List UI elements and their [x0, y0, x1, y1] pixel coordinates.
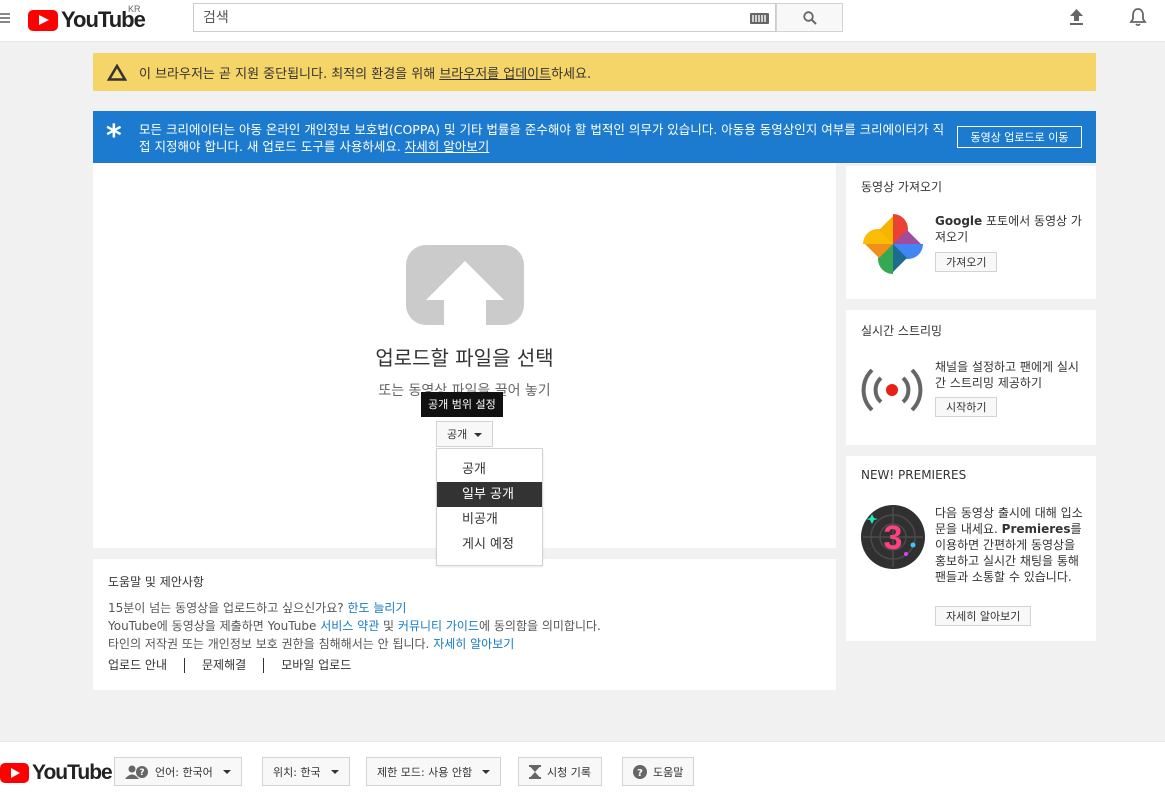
- help-title: 도움말 및 제안사항: [108, 575, 204, 589]
- live-card-text: 채널을 설정하고 팬에게 실시간 스트리밍 제공하기: [935, 360, 1079, 390]
- restricted-mode-label: 제한 모드: 사용 안함: [377, 765, 473, 779]
- help-label: 도움말: [653, 765, 684, 779]
- live-card-title: 실시간 스트리밍: [861, 324, 943, 338]
- caret-down-icon: [474, 433, 482, 437]
- help-line-1-text: 15분이 넘는 동영상을 업로드하고 싶으신가요?: [108, 601, 348, 615]
- history-button[interactable]: 시청 기록: [518, 757, 602, 786]
- premieres-icon-number: 3: [884, 519, 903, 557]
- warning-text: 이 브라우저는 곧 지원 중단됩니다. 최적의 환경을 위해 브라우저를 업데이…: [139, 63, 591, 82]
- import-card-title: 동영상 가져오기: [861, 180, 943, 194]
- asterisk-icon: *: [106, 119, 122, 154]
- search-button[interactable]: [776, 3, 843, 32]
- location-button[interactable]: 위치: 한국: [262, 757, 350, 786]
- privacy-option-private[interactable]: 비공개: [437, 507, 542, 532]
- update-browser-link[interactable]: 브라우저를 업데이트: [439, 67, 551, 82]
- google-brand-text: Google: [935, 214, 983, 228]
- premieres-icon: 3: [861, 505, 925, 569]
- hourglass-icon: [529, 764, 541, 779]
- help-line-1: 15분이 넘는 동영상을 업로드하고 싶으신가요? 한도 늘리기: [108, 599, 601, 617]
- import-button[interactable]: 가져오기: [935, 252, 998, 272]
- premieres-card: NEW! PREMIERES 3 다음 동영상 출시에 대해 입소문을 내세요.…: [846, 456, 1096, 641]
- premieres-learn-more-button[interactable]: 자세히 알아보기: [935, 606, 1032, 626]
- upload-title: 업로드할 파일을 선택: [375, 346, 554, 370]
- privacy-option-public[interactable]: 공개: [437, 457, 542, 482]
- language-label: 언어: 한국어: [155, 765, 213, 779]
- privacy-options-menu: 공개 일부 공개 비공개 게시 예정: [436, 448, 543, 566]
- search-icon: [803, 11, 817, 25]
- help-line-2: YouTube에 동영상을 제출하면 YouTube 서비스 약관 및 커뮤니티…: [108, 617, 601, 635]
- copyright-learn-more-link[interactable]: 자세히 알아보기: [433, 637, 514, 651]
- privacy-dropdown-button[interactable]: 공개: [436, 421, 493, 447]
- help-line-2-text-c: 에 동의함을 의미합니다.: [479, 619, 601, 633]
- upload-icon[interactable]: [1068, 7, 1085, 30]
- svg-text:?: ?: [139, 768, 144, 778]
- import-card-text: Google 포토에서 동영상 가져오기: [935, 213, 1085, 245]
- coppa-banner: * 모든 크리에이터는 아동 온라인 개인정보 보호법(COPPA) 및 기타 …: [93, 111, 1096, 163]
- browser-warning-banner: 이 브라우저는 곧 지원 중단됩니다. 최적의 환경을 위해 브라우저를 업데이…: [93, 53, 1096, 91]
- increase-limit-link[interactable]: 한도 늘리기: [347, 601, 406, 615]
- live-streaming-card: 실시간 스트리밍 채널을 설정하고 팬에게 실시간 스트리밍 제공하기 시작하기: [846, 310, 1096, 445]
- help-button[interactable]: ? 도움말: [622, 757, 695, 786]
- premieres-brand-text: Premieres: [1001, 522, 1071, 536]
- language-button[interactable]: ? 언어: 한국어: [114, 757, 242, 786]
- terms-of-service-link[interactable]: 서비스 약관: [320, 619, 379, 633]
- go-to-upload-button[interactable]: 동영상 업로드로 이동: [957, 126, 1082, 148]
- premieres-card-title: NEW! PREMIERES: [861, 468, 967, 482]
- start-streaming-button[interactable]: 시작하기: [935, 397, 998, 417]
- warning-text-before: 이 브라우저는 곧 지원 중단됩니다. 최적의 환경을 위해: [139, 66, 440, 82]
- restricted-caret-icon: [482, 769, 491, 774]
- search-box: [193, 3, 776, 32]
- help-line-3-text: 타인의 저작권 또는 개인정보 보호 권한을 침해해서는 안 됩니다.: [108, 637, 434, 651]
- import-videos-card: 동영상 가져오기 Google 포토에서 동영상 가져오기 가져오기: [846, 166, 1096, 299]
- warning-text-after: 하세요.: [551, 66, 592, 82]
- keyboard-icon[interactable]: [750, 13, 769, 24]
- masthead: YouTube KR: [0, 0, 1165, 42]
- premieres-card-text: 다음 동영상 출시에 대해 입소문을 내세요. Premieres를 이용하면 …: [935, 505, 1085, 585]
- privacy-button-label: 공개: [447, 428, 468, 441]
- country-code: KR: [128, 4, 141, 14]
- location-caret-icon: [330, 769, 339, 774]
- upload-arrow-icon[interactable]: [406, 245, 524, 325]
- help-line-2-text-a: YouTube에 동영상을 제출하면 YouTube: [108, 619, 321, 633]
- bell-icon[interactable]: [1129, 7, 1147, 30]
- privacy-option-unlisted[interactable]: 일부 공개: [437, 482, 542, 507]
- restricted-mode-button[interactable]: 제한 모드: 사용 안함: [366, 757, 502, 786]
- history-label: 시청 기록: [547, 765, 591, 779]
- location-label: 위치: 한국: [273, 765, 321, 779]
- menu-icon[interactable]: [0, 13, 10, 23]
- help-links: 업로드 안내 문제해결 모바일 업로드: [108, 658, 368, 673]
- help-icon: ?: [633, 764, 647, 779]
- community-guidelines-link[interactable]: 커뮤니티 가이드: [398, 619, 479, 633]
- search-input[interactable]: [194, 4, 739, 31]
- coppa-learn-more-link[interactable]: 자세히 알아보기: [405, 139, 489, 154]
- help-text: 15분이 넘는 동영상을 업로드하고 싶으신가요? 한도 늘리기 YouTube…: [108, 599, 601, 653]
- privacy-option-scheduled[interactable]: 게시 예정: [437, 532, 542, 557]
- svg-text:?: ?: [637, 768, 643, 779]
- help-line-2-text-b: 및: [379, 619, 398, 633]
- warning-icon: [107, 63, 127, 81]
- coppa-text: 모든 크리에이터는 아동 온라인 개인정보 보호법(COPPA) 및 기타 법률…: [139, 121, 954, 155]
- help-panel: 도움말 및 제안사항 15분이 넘는 동영상을 업로드하고 싶으신가요? 한도 …: [93, 559, 836, 690]
- privacy-tooltip: 공개 범위 설정: [421, 392, 503, 417]
- footer-youtube-logo[interactable]: YouTube: [0, 761, 113, 785]
- coppa-message: 모든 크리에이터는 아동 온라인 개인정보 보호법(COPPA) 및 기타 법률…: [139, 122, 945, 154]
- help-line-3: 타인의 저작권 또는 개인정보 보호 권한을 침해해서는 안 됩니다. 자세히 …: [108, 635, 601, 653]
- live-stream-icon: [861, 368, 923, 412]
- footer-logo-text: YouTube: [32, 761, 113, 784]
- troubleshoot-link[interactable]: 문제해결: [185, 658, 265, 673]
- mobile-upload-link[interactable]: 모바일 업로드: [264, 658, 368, 673]
- upload-guide-link[interactable]: 업로드 안내: [108, 658, 186, 673]
- language-caret-icon: [222, 769, 231, 774]
- google-photos-icon: [863, 214, 923, 274]
- user-question-icon: ?: [125, 765, 148, 779]
- youtube-play-icon: [28, 9, 58, 31]
- footer: YouTube ? 언어: 한국어 위치: 한국 제한 모드: 사용 안함 시청…: [0, 741, 1165, 793]
- footer-youtube-play-icon: [0, 763, 29, 783]
